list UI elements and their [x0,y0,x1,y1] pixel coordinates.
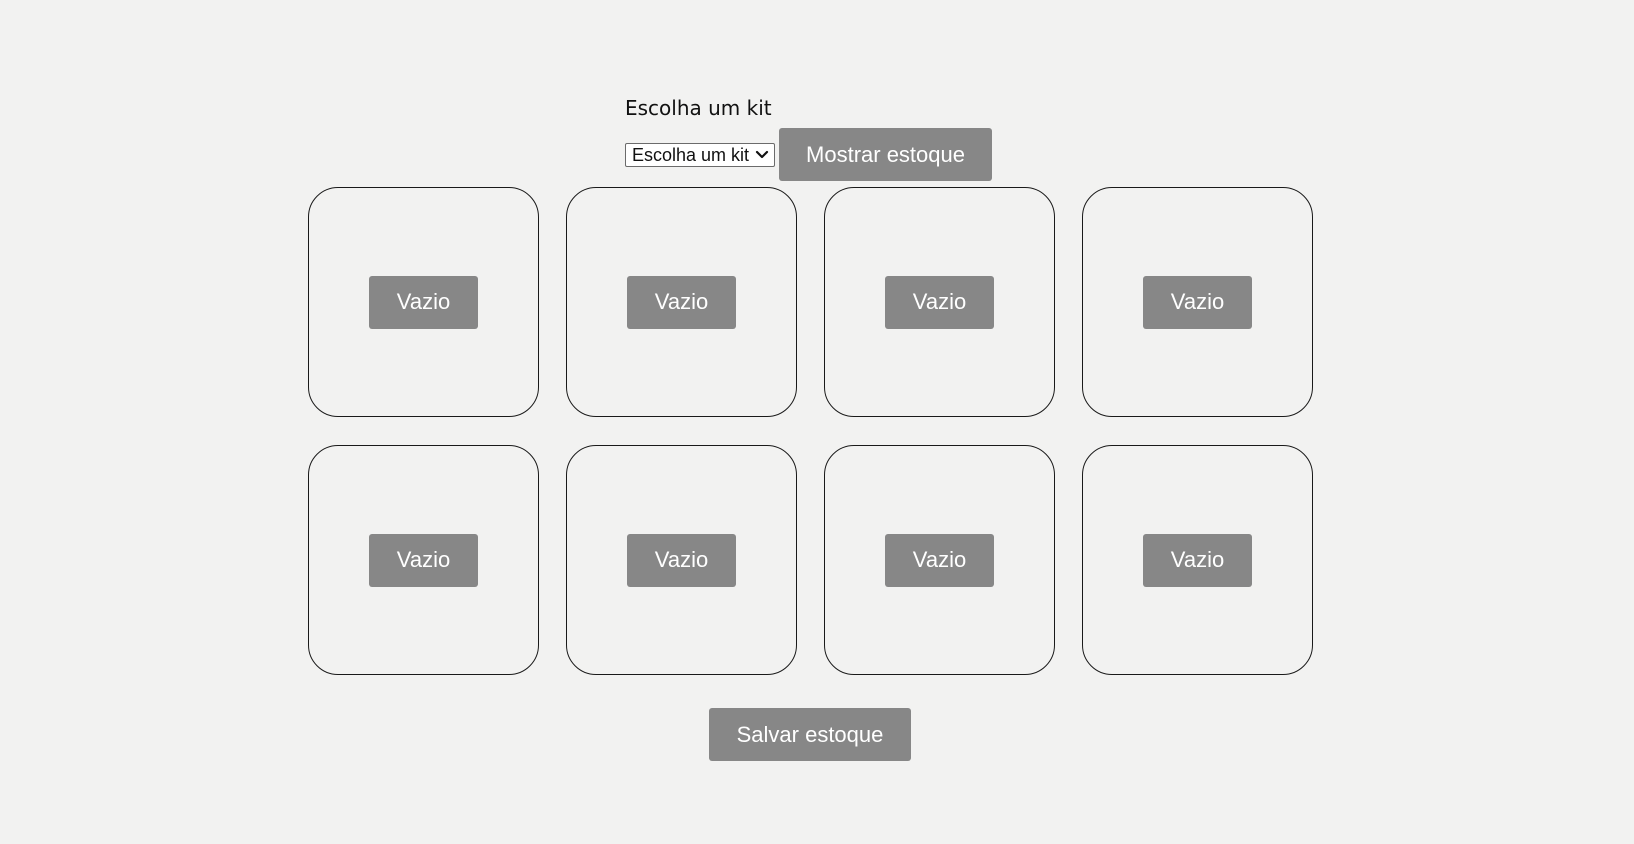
show-stock-button[interactable]: Mostrar estoque [779,128,992,181]
stock-slot-4: Vazio [1082,187,1313,417]
kit-heading: Escolha um kit [625,96,772,120]
slot-button-2[interactable]: Vazio [627,275,736,329]
chevron-down-icon [755,150,769,158]
slot-button-3[interactable]: Vazio [885,275,994,329]
kit-select[interactable]: Escolha um kit [625,142,775,167]
stock-slot-2: Vazio [566,187,797,417]
stock-slot-6: Vazio [566,445,797,675]
save-stock-button[interactable]: Salvar estoque [709,708,911,761]
stock-slot-8: Vazio [1082,445,1313,675]
slot-button-1[interactable]: Vazio [369,275,478,329]
stock-slot-5: Vazio [308,445,539,675]
slot-button-6[interactable]: Vazio [627,533,736,587]
stock-slot-3: Vazio [824,187,1055,417]
slot-button-5[interactable]: Vazio [369,533,478,587]
slot-button-8[interactable]: Vazio [1143,533,1252,587]
slot-button-4[interactable]: Vazio [1143,275,1252,329]
stock-page: Escolha um kit Escolha um kit Mostrar es… [0,0,1634,844]
stock-slot-7: Vazio [824,445,1055,675]
stock-slot-1: Vazio [308,187,539,417]
kit-select-value: Escolha um kit [632,144,750,165]
kit-controls: Escolha um kit Mostrar estoque [625,128,992,181]
slot-button-7[interactable]: Vazio [885,533,994,587]
